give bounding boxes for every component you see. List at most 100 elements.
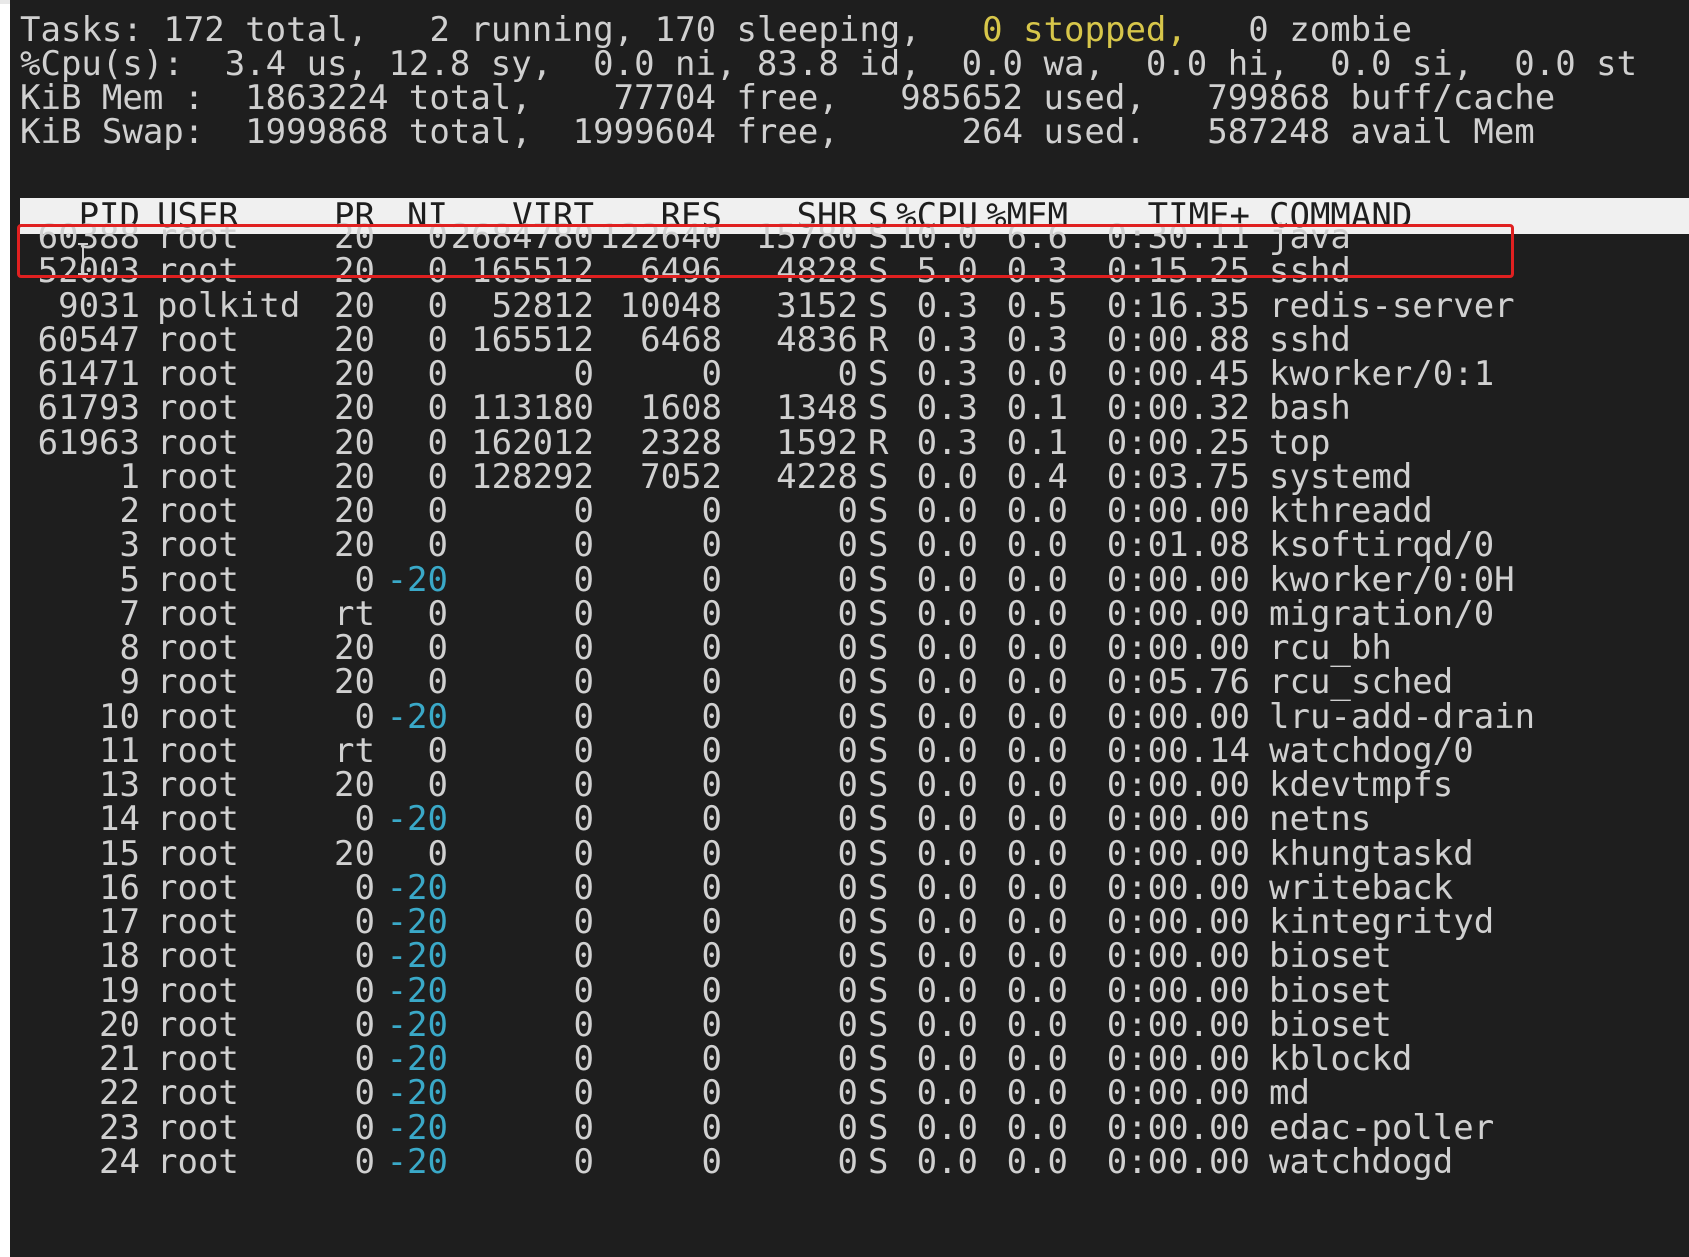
process-time: 0:01.08 <box>1106 525 1250 566</box>
process-s: S <box>868 1107 889 1148</box>
process-time: 0:00.00 <box>1106 902 1250 942</box>
process-time: 0:00.00 <box>1106 765 1250 805</box>
process-res: 1608 <box>640 388 722 429</box>
process-user: root <box>157 1107 239 1148</box>
process-shr: 0 <box>837 902 858 942</box>
process-ni: 0 <box>427 628 448 668</box>
process-ni: 0 <box>427 662 448 703</box>
process-res: 0 <box>701 833 722 874</box>
process-user: root <box>157 765 239 805</box>
process-user: root <box>157 354 239 394</box>
process-virt: 0 <box>573 354 594 394</box>
process-virt: 0 <box>573 730 594 771</box>
process-pid: 20 <box>99 1004 140 1045</box>
process-mem: 0.0 <box>1006 902 1068 942</box>
process-cpu: 0.0 <box>916 1073 978 1114</box>
process-mem: 0.0 <box>1006 1004 1068 1045</box>
process-row: 5 root 0 -20 0 0 0 S 0.0 0.0 0:00.00 kworker/0:0H <box>20 559 1689 600</box>
process-virt: 0 <box>573 491 594 531</box>
process-time: 0:00.00 <box>1106 867 1250 908</box>
process-s: S <box>868 1039 889 1079</box>
process-ni: -20 <box>386 936 448 977</box>
process-shr: 0 <box>837 970 858 1011</box>
process-time: 0:03.75 <box>1106 456 1250 497</box>
process-ni: 0 <box>427 491 448 531</box>
process-shr: 0 <box>837 867 858 908</box>
process-user: root <box>157 970 239 1011</box>
process-res: 0 <box>701 765 722 805</box>
process-s: S <box>868 765 889 805</box>
process-ni: -20 <box>386 696 448 737</box>
process-row: 15 root 20 0 0 0 0 S 0.0 0.0 0:00.00 khungtaskd <box>20 833 1689 874</box>
process-cpu: 0.0 <box>916 1107 978 1148</box>
process-user: root <box>157 1039 239 1079</box>
process-cmd: bioset <box>1269 936 1392 977</box>
terminal-window[interactable]: Tasks: 172 total, 2 running, 170 sleepin… <box>10 0 1689 1257</box>
process-ni: 0 <box>427 422 448 463</box>
process-user: root <box>157 696 239 737</box>
process-row: 20 root 0 -20 0 0 0 S 0.0 0.0 0:00.00 bioset <box>20 1007 1689 1044</box>
process-virt: 0 <box>573 559 594 600</box>
process-pr: 0 <box>354 696 375 737</box>
process-s: S <box>868 696 889 737</box>
process-cpu: 0.0 <box>916 1141 978 1182</box>
screen: Tasks: 172 total, 2 running, 170 sleepin… <box>0 0 1689 1257</box>
process-pr: 20 <box>334 765 375 805</box>
process-ni: -20 <box>386 1004 448 1045</box>
process-pid: 61471 <box>37 354 140 394</box>
process-time: 0:00.00 <box>1106 1073 1250 1114</box>
process-s: S <box>868 525 889 566</box>
process-s: S <box>868 1141 889 1182</box>
process-pr: 0 <box>354 1004 375 1045</box>
process-s: S <box>868 902 889 942</box>
process-virt: 0 <box>573 662 594 703</box>
process-virt: 0 <box>573 696 594 737</box>
process-row: 2 root 20 0 0 0 0 S 0.0 0.0 0:00.00 kthreadd <box>20 493 1689 530</box>
process-cpu: 0.0 <box>916 833 978 874</box>
process-virt: 0 <box>573 765 594 805</box>
process-pid: 24 <box>99 1141 140 1182</box>
process-cmd: khungtaskd <box>1269 833 1474 874</box>
process-res: 0 <box>701 525 722 566</box>
process-mem: 0.0 <box>1006 799 1068 840</box>
process-s: S <box>868 285 889 326</box>
process-cpu: 0.0 <box>916 456 978 497</box>
process-pid: 9 <box>119 662 140 703</box>
process-pr: 0 <box>354 902 375 942</box>
process-mem: 0.0 <box>1006 1141 1068 1182</box>
process-user: root <box>157 456 239 497</box>
process-time: 0:00.00 <box>1106 936 1250 977</box>
process-virt: 0 <box>573 902 594 942</box>
process-s: S <box>868 628 889 668</box>
process-virt: 128292 <box>471 456 594 497</box>
process-pr: 0 <box>354 559 375 600</box>
process-cmd: ksoftirqd/0 <box>1269 525 1495 566</box>
process-row: 61471 root 20 0 0 0 0 S 0.3 0.0 0:00.45 kworker/0:1 <box>20 356 1689 393</box>
process-cpu: 0.3 <box>916 422 978 463</box>
process-mem: 0.0 <box>1006 1039 1068 1079</box>
process-s: S <box>868 867 889 908</box>
process-res: 0 <box>701 902 722 942</box>
process-cmd: kthreadd <box>1269 491 1433 531</box>
process-row: 19 root 0 -20 0 0 0 S 0.0 0.0 0:00.00 bioset <box>20 970 1689 1011</box>
process-shr: 0 <box>837 730 858 771</box>
process-mem: 0.0 <box>1006 628 1068 668</box>
process-s: S <box>868 833 889 874</box>
process-mem: 0.0 <box>1006 833 1068 874</box>
process-time: 0:05.76 <box>1106 662 1250 703</box>
process-s: S <box>868 936 889 977</box>
process-row: 1 root 20 0 128292 7052 4228 S 0.0 0.4 0:03.75 syst… <box>20 459 1689 496</box>
process-s: S <box>868 970 889 1011</box>
process-row: 17 root 0 -20 0 0 0 S 0.0 0.0 0:00.00 kintegrityd <box>20 904 1689 941</box>
process-row: 9031 polkitd 20 0 52812 10048 3152 S 0.3 0.5 0:16.… <box>20 285 1689 326</box>
process-shr: 0 <box>837 936 858 977</box>
process-cpu: 0.3 <box>916 285 978 326</box>
process-pr: 0 <box>354 1039 375 1079</box>
process-mem: 0.0 <box>1006 936 1068 977</box>
process-res: 0 <box>701 936 722 977</box>
process-pid: 2 <box>119 491 140 531</box>
process-s: S <box>868 1004 889 1045</box>
process-s: S <box>868 662 889 703</box>
process-pr: 0 <box>354 1073 375 1114</box>
process-user: root <box>157 559 239 600</box>
